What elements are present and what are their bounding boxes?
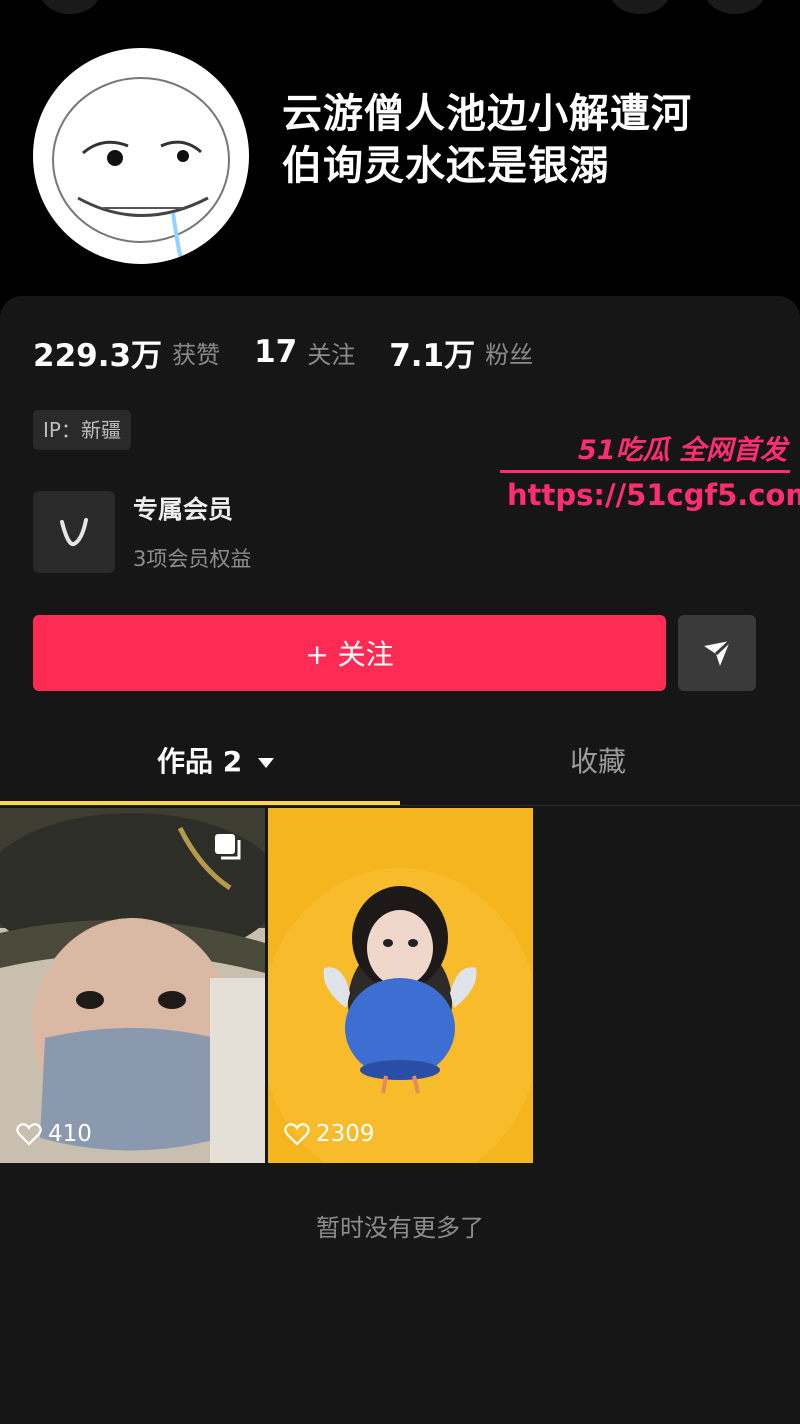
tab-favorites[interactable]: 收藏 [570,740,626,780]
send-icon [704,639,732,666]
watermark: 51吃瓜 全网首发 https://51cgf5.com [495,428,800,524]
watermark-brand: 51吃瓜 全网首发 [578,435,787,466]
following-label[interactable]: 关注 [307,335,355,370]
video-like-count: 2309 [284,1121,375,1147]
ip-location-tag: IP：新疆 [33,410,131,450]
tab-works-label: 作品 2 [157,745,243,778]
likes-count: 229.3万 [33,337,163,374]
likes-label: 获赞 [172,340,221,369]
membership-subtitle[interactable]: 3项会员权益 [133,543,251,573]
search-button[interactable] [610,0,670,14]
back-button[interactable] [40,0,100,14]
no-more-text: 暂时没有更多了 [316,1214,484,1242]
nickname-line-1: 云游僧人池边小解遭河 [282,91,692,137]
nickname-line-2: 伯询灵水还是银溺 [282,143,610,189]
like-count-text: 410 [48,1121,92,1147]
multi-image-icon [215,834,241,860]
v-icon [60,518,88,547]
stats-row: 229.3万 获赞 17 关注 7.1万 粉丝 [33,330,567,374]
heart-icon [284,1123,310,1146]
avatar[interactable] [33,48,249,264]
followers-label[interactable]: 粉丝 [485,335,533,370]
watermark-line [500,470,790,473]
following-count[interactable]: 17 [254,334,297,370]
nickname: 云游僧人池边小解遭河 伯询灵水还是银溺 [282,88,762,192]
video-thumbnail[interactable]: 410 [0,808,265,1163]
followers-count[interactable]: 7.1万 [389,330,475,375]
video-thumbnail[interactable]: 2309 [268,808,533,1163]
tab-divider [0,805,800,806]
share-button[interactable] [678,615,756,691]
heart-icon [16,1123,42,1146]
video-cover-image [268,808,533,1163]
follow-button[interactable]: + 关注 [33,615,666,691]
meme-face-image [52,77,230,259]
membership-title[interactable]: 专属会员 [133,490,233,526]
video-like-count: 410 [16,1121,92,1147]
caret-down-icon [257,758,274,768]
watermark-url: https://51cgf5.com [507,478,800,512]
membership-icon[interactable] [33,491,115,573]
like-count-text: 2309 [316,1121,375,1147]
tab-works[interactable]: 作品 2 [157,740,276,780]
more-button[interactable] [705,0,765,14]
